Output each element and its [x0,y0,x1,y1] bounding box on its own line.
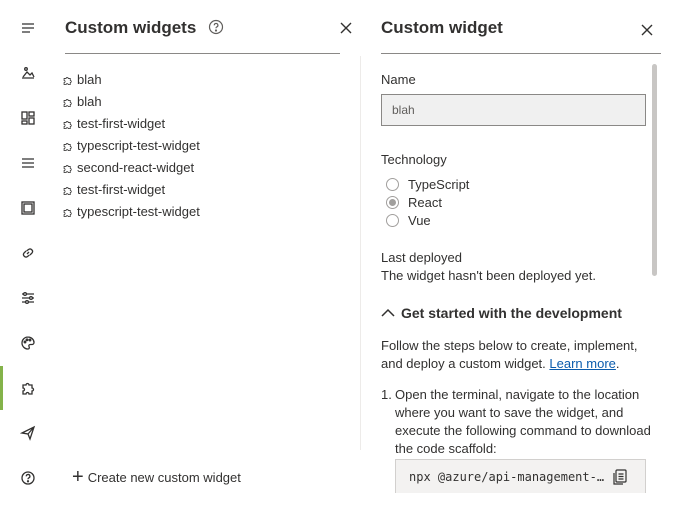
period: . [615,356,620,371]
intro-line-1: Follow the steps below to create, implem… [381,338,638,353]
close-icon [340,22,352,34]
widget-name: test-first-widget [77,115,166,131]
widget-name: test-first-widget [77,181,166,197]
custom-widget-detail-panel: Custom widget Name Technology TypeScript… [362,0,682,508]
create-widget-label: Create new custom widget [87,469,241,485]
scrollbar[interactable] [652,64,657,276]
technology-label: Technology [381,152,447,167]
detail-title: Custom widget [381,18,503,37]
plus-icon: + [72,466,84,488]
radio-button[interactable] [386,177,399,191]
panel-title: Custom widgets [65,18,197,37]
command-code-box: npx @azure/api-management-… [395,459,646,493]
create-widget-button[interactable]: + Create new custom widget [72,466,241,488]
close-panel-button[interactable] [340,21,356,37]
widget-list-item[interactable]: test-first-widget [62,178,332,200]
technology-option[interactable]: Vue [386,211,431,229]
widget-list-item[interactable]: blah [62,90,332,112]
widget-list-item[interactable]: typescript-test-widget [62,134,332,156]
rail-urls-button[interactable] [0,231,56,275]
learn-more-link[interactable]: Learn more [549,356,615,371]
widget-list: blah blah test-first-widget typescript-test… [62,68,332,222]
section-title: Get started with the development [401,305,622,321]
copy-icon [613,468,627,485]
rail-custom-widgets-button[interactable] [0,366,56,410]
radio-button[interactable] [386,195,399,209]
chevron-up-icon [381,308,395,317]
last-deployed-value: The widget hasn't been deployed yet. [381,268,596,283]
detail-header: Custom widget [381,14,661,54]
settings-sliders-icon [22,291,34,305]
palette-icon [21,336,35,350]
step-number: 1. [381,387,392,402]
help-icon[interactable] [208,19,224,35]
icon-rail [0,0,56,508]
send-icon [20,425,36,441]
puzzle-icon [62,140,73,151]
widget-list-item[interactable]: test-first-widget [62,112,332,134]
intro-paragraph: Follow the steps below to create, implem… [381,337,651,373]
technology-option-label: Vue [408,212,431,228]
step-1: 1. Open the terminal, navigate to the lo… [381,386,651,458]
puzzle-icon [62,96,73,107]
widget-name: typescript-test-widget [77,137,200,153]
rail-media-button[interactable] [0,51,56,95]
panel-header: Custom widgets [65,14,340,54]
panel-divider [360,56,361,450]
rail-menu-button[interactable] [0,6,56,50]
puzzle-icon [22,382,35,395]
name-label: Name [381,72,416,87]
list-icon [22,158,34,168]
link-icon [22,248,34,258]
copy-button[interactable] [613,468,629,485]
menu-icon [22,23,34,33]
puzzle-icon [62,74,73,85]
puzzle-icon [62,118,73,129]
radio-button[interactable] [386,213,399,227]
layout-icon [21,201,35,215]
rail-publish-button[interactable] [0,411,56,455]
image-icon [22,67,35,79]
custom-widgets-panel: Custom widgets blah blah test-first-widget… [56,0,361,508]
help-icon [21,471,35,485]
puzzle-icon [62,162,73,173]
rail-settings-button[interactable] [0,276,56,320]
rail-help-button[interactable] [0,456,56,500]
rail-pages-button[interactable] [0,96,56,140]
command-text[interactable]: npx @azure/api-management-… [409,470,605,484]
technology-option[interactable]: TypeScript [386,175,469,193]
dashboard-icon [21,111,35,125]
widget-list-item[interactable]: typescript-test-widget [62,200,332,222]
rail-navigation-button[interactable] [0,141,56,185]
close-detail-button[interactable] [641,23,655,37]
technology-option-label: React [408,194,442,210]
get-started-section-toggle[interactable]: Get started with the development [381,305,622,321]
widget-name: second-react-widget [77,159,195,175]
step-text: Open the terminal, navigate to the locat… [395,387,651,456]
rail-styles-button[interactable] [0,321,56,365]
rail-layouts-button[interactable] [0,186,56,230]
last-deployed-label: Last deployed [381,250,462,265]
technology-option[interactable]: React [386,193,442,211]
intro-line-2: and deploy a custom widget. [381,356,546,371]
name-field[interactable] [381,94,646,126]
widget-name: blah [77,71,102,87]
puzzle-icon [62,206,73,217]
widget-list-item[interactable]: blah [62,68,332,90]
close-icon [641,24,653,36]
puzzle-icon [62,184,73,195]
widget-name: typescript-test-widget [77,203,200,219]
widget-name: blah [77,93,102,109]
technology-option-label: TypeScript [408,176,470,192]
widget-list-item[interactable]: second-react-widget [62,156,332,178]
